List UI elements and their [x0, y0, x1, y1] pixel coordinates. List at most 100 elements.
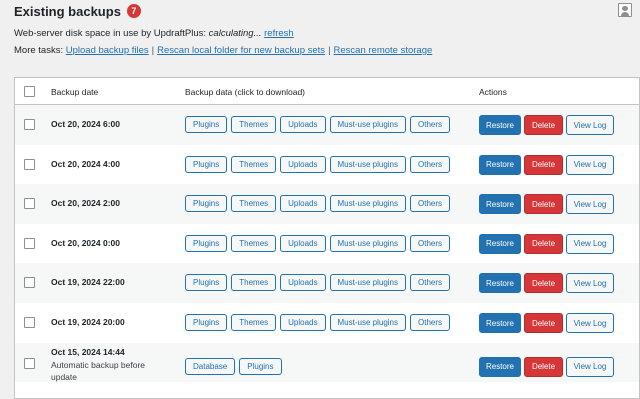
- backup-data-chips: Plugins Themes Uploads Must-use plugins Othe…: [185, 116, 451, 133]
- row-select-checkbox[interactable]: [24, 317, 35, 328]
- download-others-button[interactable]: Others: [410, 116, 451, 133]
- table-row: Oct 20, 2024 4:00 Plugins Themes Uploads Mus…: [15, 145, 639, 185]
- table-row: Oct 20, 2024 0:00 Plugins Themes Uploads Mus…: [15, 224, 639, 264]
- restore-button[interactable]: Restore: [479, 313, 521, 333]
- view-log-button[interactable]: View Log: [566, 194, 614, 215]
- delete-button[interactable]: Delete: [524, 194, 563, 215]
- page-header: Existing backups 7: [14, 2, 141, 20]
- row-actions: Restore Delete View Log: [479, 154, 614, 175]
- backups-table: Backup date Backup data (click to downlo…: [14, 77, 640, 399]
- row-select-checkbox[interactable]: [24, 237, 35, 249]
- download-others-button[interactable]: Others: [410, 314, 451, 331]
- backup-date: Oct 19, 2024 22:00: [51, 277, 125, 288]
- row-actions: Restore Delete View Log: [479, 194, 614, 215]
- page-title: Existing backups: [14, 3, 121, 19]
- view-log-button[interactable]: View Log: [566, 233, 614, 254]
- delete-button[interactable]: Delete: [524, 115, 563, 135]
- view-log-button[interactable]: View Log: [566, 356, 614, 377]
- view-log-button[interactable]: View Log: [566, 154, 614, 175]
- download-others-button[interactable]: Others: [410, 155, 451, 173]
- backup-data-chips: Plugins Themes Uploads Must-use plugins Othe…: [185, 314, 451, 331]
- backup-date: Oct 19, 2024 20:00: [51, 317, 125, 327]
- download-uploads-button[interactable]: Uploads: [280, 274, 326, 292]
- user-icon[interactable]: [618, 3, 632, 17]
- disk-space-line: Web-server disk space in use by UpdraftP…: [14, 28, 294, 39]
- download-others-button[interactable]: Others: [410, 234, 451, 252]
- download-must-use-plugins-button[interactable]: Must-use plugins: [329, 314, 406, 331]
- more-tasks-line: More tasks: Upload backup files | Rescan l…: [14, 45, 432, 56]
- refresh-link[interactable]: refresh: [264, 28, 294, 39]
- backup-data-chips: Plugins Themes Uploads Must-use plugins Othe…: [185, 155, 451, 173]
- download-plugins-button[interactable]: Plugins: [185, 274, 228, 292]
- rescan-local-folder-link[interactable]: Rescan local folder for new backup sets: [157, 45, 325, 56]
- table-row: Oct 19, 2024 22:00 Plugins Themes Uploads Mu…: [15, 263, 639, 303]
- download-plugins-button[interactable]: Plugins: [185, 314, 228, 331]
- select-all-checkbox[interactable]: [24, 86, 35, 97]
- download-uploads-button[interactable]: Uploads: [280, 234, 326, 252]
- row-select-checkbox[interactable]: [24, 119, 35, 130]
- download-database-button[interactable]: Database: [185, 357, 236, 375]
- download-plugins-button[interactable]: Plugins: [239, 357, 282, 375]
- backup-data-chips: Database Plugins: [185, 357, 282, 375]
- download-uploads-button[interactable]: Uploads: [280, 195, 326, 213]
- restore-button[interactable]: Restore: [479, 273, 521, 294]
- upload-backup-files-link[interactable]: Upload backup files: [66, 45, 149, 56]
- view-log-button[interactable]: View Log: [566, 273, 614, 294]
- download-uploads-button[interactable]: Uploads: [280, 155, 326, 173]
- row-select-checkbox[interactable]: [24, 277, 35, 289]
- delete-button[interactable]: Delete: [524, 273, 563, 294]
- restore-button[interactable]: Restore: [479, 115, 521, 135]
- download-themes-button[interactable]: Themes: [231, 116, 277, 133]
- table-header: Backup date Backup data (click to downlo…: [15, 78, 639, 105]
- row-actions: Restore Delete View Log: [479, 115, 614, 135]
- row-select-checkbox[interactable]: [24, 198, 35, 210]
- download-others-button[interactable]: Others: [410, 195, 451, 213]
- download-themes-button[interactable]: Themes: [231, 274, 277, 292]
- row-select-checkbox[interactable]: [24, 158, 35, 170]
- download-plugins-button[interactable]: Plugins: [185, 195, 228, 213]
- download-plugins-button[interactable]: Plugins: [185, 234, 228, 252]
- download-must-use-plugins-button[interactable]: Must-use plugins: [329, 274, 406, 292]
- backup-date: Oct 20, 2024 4:00: [51, 158, 120, 169]
- restore-button[interactable]: Restore: [479, 356, 521, 377]
- delete-button[interactable]: Delete: [524, 356, 563, 377]
- row-actions: Restore Delete View Log: [479, 356, 614, 377]
- delete-button[interactable]: Delete: [524, 233, 563, 254]
- download-others-button[interactable]: Others: [410, 274, 451, 292]
- restore-button[interactable]: Restore: [479, 194, 521, 215]
- backup-date: Oct 20, 2024 2:00: [51, 198, 120, 209]
- row-actions: Restore Delete View Log: [479, 273, 614, 294]
- download-must-use-plugins-button[interactable]: Must-use plugins: [329, 234, 406, 252]
- download-themes-button[interactable]: Themes: [231, 195, 277, 213]
- download-themes-button[interactable]: Themes: [231, 234, 277, 252]
- backup-count-badge: 7: [126, 4, 141, 18]
- download-uploads-button[interactable]: Uploads: [280, 314, 326, 331]
- backup-date: Oct 20, 2024 0:00: [51, 237, 120, 248]
- backup-date: Oct 20, 2024 6:00: [51, 119, 120, 129]
- disk-space-label: Web-server disk space in use by UpdraftP…: [14, 28, 207, 39]
- download-uploads-button[interactable]: Uploads: [280, 116, 326, 133]
- rescan-remote-storage-link[interactable]: Rescan remote storage: [334, 45, 433, 56]
- download-themes-button[interactable]: Themes: [231, 314, 277, 331]
- table-row: Oct 19, 2024 20:00 Plugins Themes Uploads Mu…: [15, 303, 639, 343]
- download-must-use-plugins-button[interactable]: Must-use plugins: [329, 155, 406, 173]
- more-tasks-label: More tasks:: [14, 45, 64, 56]
- column-header-date: Backup date: [51, 87, 99, 97]
- delete-button[interactable]: Delete: [524, 313, 563, 333]
- download-themes-button[interactable]: Themes: [231, 155, 277, 173]
- column-header-data: Backup data (click to download): [185, 87, 306, 97]
- restore-button[interactable]: Restore: [479, 154, 521, 175]
- row-actions: Restore Delete View Log: [479, 233, 614, 254]
- table-row: Oct 20, 2024 6:00 Plugins Themes Uploads Mus…: [15, 105, 639, 145]
- download-plugins-button[interactable]: Plugins: [185, 155, 228, 173]
- view-log-button[interactable]: View Log: [566, 313, 614, 333]
- download-must-use-plugins-button[interactable]: Must-use plugins: [329, 195, 406, 213]
- delete-button[interactable]: Delete: [524, 154, 563, 175]
- view-log-button[interactable]: View Log: [566, 115, 614, 135]
- backup-data-chips: Plugins Themes Uploads Must-use plugins Othe…: [185, 234, 451, 252]
- download-must-use-plugins-button[interactable]: Must-use plugins: [329, 116, 406, 133]
- row-select-checkbox[interactable]: [24, 357, 35, 369]
- restore-button[interactable]: Restore: [479, 233, 521, 254]
- separator: |: [151, 45, 155, 56]
- download-plugins-button[interactable]: Plugins: [185, 116, 228, 133]
